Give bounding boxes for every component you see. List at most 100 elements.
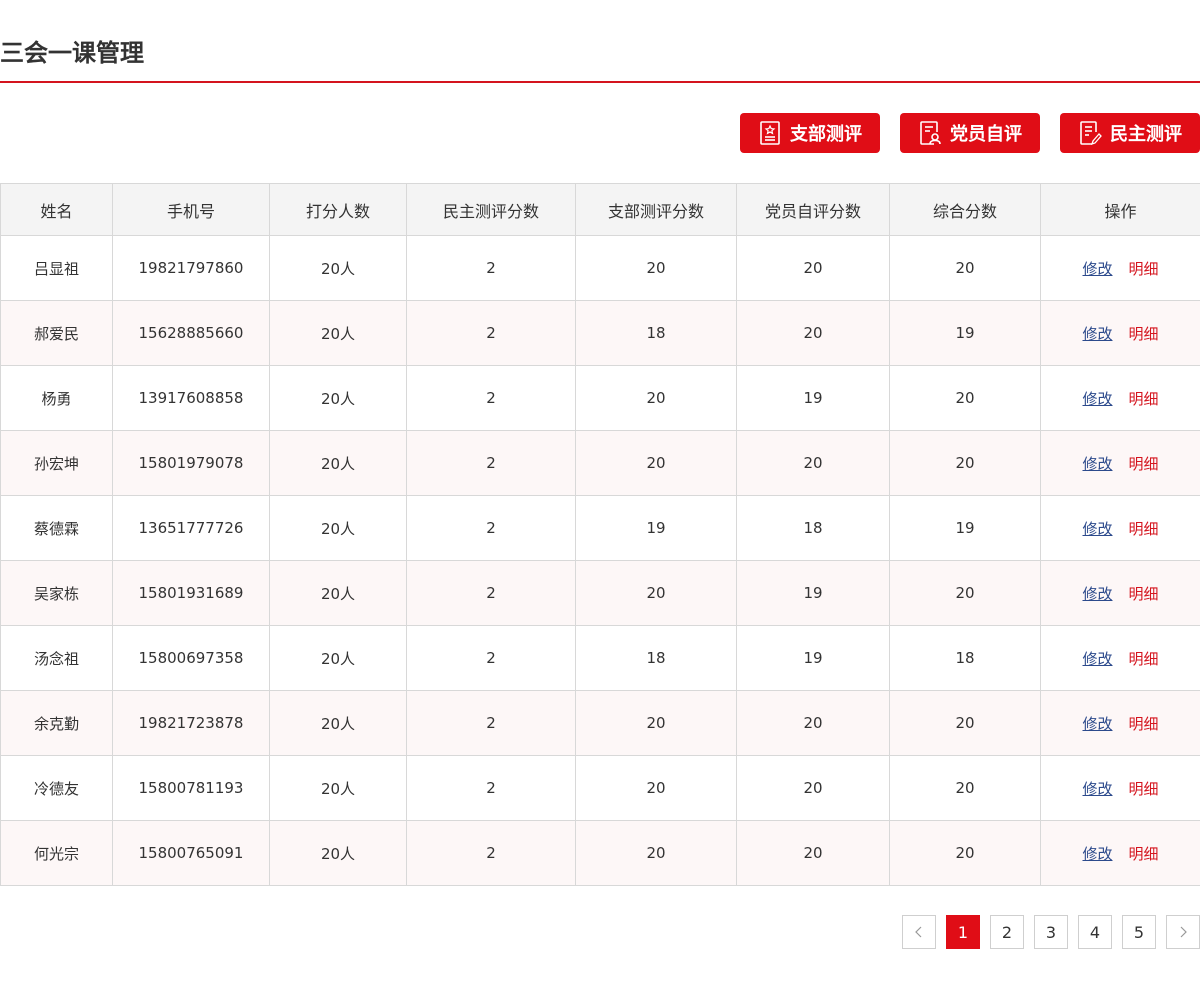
cell-raters: 20人 — [269, 560, 407, 626]
cell-actions: 修改 明细 — [1040, 820, 1200, 886]
page-button[interactable]: 3 — [1034, 915, 1068, 949]
cell-self-score: 19 — [736, 365, 890, 431]
cell-total-score: 19 — [889, 495, 1041, 561]
prev-page-button[interactable] — [902, 915, 936, 949]
cell-democratic-score: 2 — [406, 690, 576, 756]
detail-link[interactable]: 明细 — [1129, 845, 1159, 863]
edit-link[interactable]: 修改 — [1082, 780, 1112, 798]
detail-link[interactable]: 明细 — [1129, 715, 1159, 733]
cell-raters: 20人 — [269, 495, 407, 561]
cell-democratic-score: 2 — [406, 365, 576, 431]
page-button-current[interactable]: 1 — [946, 915, 980, 949]
cell-branch-score: 18 — [575, 300, 737, 366]
cell-branch-score: 20 — [575, 690, 737, 756]
cell-branch-score: 20 — [575, 560, 737, 626]
edit-link[interactable]: 修改 — [1082, 715, 1112, 733]
cell-branch-score: 18 — [575, 625, 737, 691]
edit-link[interactable]: 修改 — [1082, 845, 1112, 863]
cell-name: 汤念祖 — [0, 625, 113, 691]
detail-link[interactable]: 明细 — [1129, 390, 1159, 408]
cell-democratic-score: 2 — [406, 495, 576, 561]
cell-democratic-score: 2 — [406, 430, 576, 496]
detail-link[interactable]: 明细 — [1129, 455, 1159, 473]
cell-total-score: 19 — [889, 300, 1041, 366]
edit-link[interactable]: 修改 — [1082, 650, 1112, 668]
cell-self-score: 20 — [736, 820, 890, 886]
cell-total-score: 20 — [889, 560, 1041, 626]
cell-self-score: 20 — [736, 755, 890, 821]
member-self-evaluation-button[interactable]: 党员自评 — [900, 113, 1040, 153]
cell-raters: 20人 — [269, 430, 407, 496]
member-self-evaluation-icon — [918, 120, 942, 146]
page: 三会一课管理 支部测评 党员自评 民主测评 姓名 手机号 打分人数 民主测评分数… — [0, 0, 1200, 1002]
cell-total-score: 20 — [889, 235, 1041, 301]
cell-phone: 19821723878 — [112, 690, 270, 756]
edit-link[interactable]: 修改 — [1082, 585, 1112, 603]
detail-link[interactable]: 明细 — [1129, 585, 1159, 603]
detail-link[interactable]: 明细 — [1129, 325, 1159, 343]
cell-phone: 15801931689 — [112, 560, 270, 626]
table-row: 杨勇 13917608858 20人 2 20 19 20 修改 明细 — [0, 365, 1200, 431]
cell-name: 吴家栋 — [0, 560, 113, 626]
edit-link[interactable]: 修改 — [1082, 520, 1112, 538]
cell-democratic-score: 2 — [406, 755, 576, 821]
detail-link[interactable]: 明细 — [1129, 780, 1159, 798]
cell-democratic-score: 2 — [406, 560, 576, 626]
democratic-evaluation-button[interactable]: 民主测评 — [1060, 113, 1200, 153]
cell-self-score: 18 — [736, 495, 890, 561]
page-button[interactable]: 4 — [1078, 915, 1112, 949]
edit-link[interactable]: 修改 — [1082, 455, 1112, 473]
edit-link[interactable]: 修改 — [1082, 260, 1112, 278]
cell-total-score: 20 — [889, 690, 1041, 756]
democratic-evaluation-icon — [1078, 120, 1102, 146]
branch-evaluation-icon — [758, 120, 782, 146]
page-button[interactable]: 2 — [990, 915, 1024, 949]
cell-self-score: 20 — [736, 690, 890, 756]
chevron-right-icon — [1180, 926, 1187, 938]
table-row: 孙宏坤 15801979078 20人 2 20 20 20 修改 明细 — [0, 430, 1200, 496]
column-header-phone: 手机号 — [112, 183, 270, 236]
cell-raters: 20人 — [269, 235, 407, 301]
edit-link[interactable]: 修改 — [1082, 325, 1112, 343]
table-row: 郝爱民 15628885660 20人 2 18 20 19 修改 明细 — [0, 300, 1200, 366]
cell-total-score: 20 — [889, 755, 1041, 821]
detail-link[interactable]: 明细 — [1129, 650, 1159, 668]
cell-democratic-score: 2 — [406, 235, 576, 301]
cell-name: 杨勇 — [0, 365, 113, 431]
cell-raters: 20人 — [269, 625, 407, 691]
cell-actions: 修改 明细 — [1040, 495, 1200, 561]
column-header-actions: 操作 — [1040, 183, 1200, 236]
cell-actions: 修改 明细 — [1040, 300, 1200, 366]
table-body: 吕显祖 19821797860 20人 2 20 20 20 修改 明细 郝爱民 … — [0, 235, 1200, 886]
column-header-branch-score: 支部测评分数 — [575, 183, 737, 236]
cell-branch-score: 20 — [575, 820, 737, 886]
table-row: 吕显祖 19821797860 20人 2 20 20 20 修改 明细 — [0, 235, 1200, 301]
cell-self-score: 20 — [736, 430, 890, 496]
next-page-button[interactable] — [1166, 915, 1200, 949]
cell-raters: 20人 — [269, 690, 407, 756]
cell-democratic-score: 2 — [406, 300, 576, 366]
cell-total-score: 20 — [889, 430, 1041, 496]
table-row: 何光宗 15800765091 20人 2 20 20 20 修改 明细 — [0, 820, 1200, 886]
cell-democratic-score: 2 — [406, 625, 576, 691]
table-row: 余克勤 19821723878 20人 2 20 20 20 修改 明细 — [0, 690, 1200, 756]
cell-name: 余克勤 — [0, 690, 113, 756]
cell-branch-score: 20 — [575, 430, 737, 496]
cell-phone: 19821797860 — [112, 235, 270, 301]
branch-evaluation-button[interactable]: 支部测评 — [740, 113, 880, 153]
cell-name: 何光宗 — [0, 820, 113, 886]
cell-actions: 修改 明细 — [1040, 560, 1200, 626]
cell-branch-score: 20 — [575, 365, 737, 431]
page-header: 三会一课管理 — [0, 0, 1200, 83]
cell-self-score: 19 — [736, 560, 890, 626]
cell-phone: 15801979078 — [112, 430, 270, 496]
edit-link[interactable]: 修改 — [1082, 390, 1112, 408]
cell-actions: 修改 明细 — [1040, 755, 1200, 821]
page-button[interactable]: 5 — [1122, 915, 1156, 949]
cell-phone: 13651777726 — [112, 495, 270, 561]
detail-link[interactable]: 明细 — [1129, 260, 1159, 278]
cell-self-score: 20 — [736, 300, 890, 366]
detail-link[interactable]: 明细 — [1129, 520, 1159, 538]
table-row: 冷德友 15800781193 20人 2 20 20 20 修改 明细 — [0, 755, 1200, 821]
cell-raters: 20人 — [269, 755, 407, 821]
